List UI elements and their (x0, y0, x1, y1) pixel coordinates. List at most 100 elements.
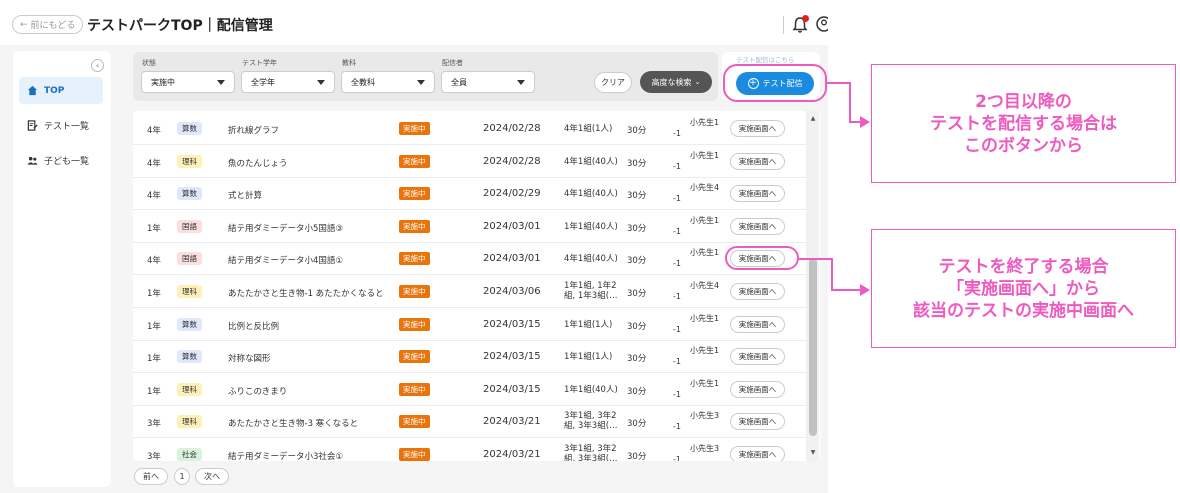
status-badge: 実施中 (399, 350, 430, 364)
connector-line (799, 258, 833, 260)
status-badge: 実施中 (399, 187, 430, 201)
view-screen-button[interactable]: 実施画面へ (730, 185, 785, 203)
class-cell: 1年1組(40人) (564, 384, 618, 395)
view-screen-button[interactable]: 実施画面へ (730, 348, 785, 366)
header-divider (783, 16, 784, 34)
back-button-label: 前にもどる (30, 21, 76, 31)
next-page-button[interactable]: 次へ (195, 468, 229, 485)
view-screen-button[interactable]: 実施画面へ (730, 380, 785, 398)
date-cell: 2024/03/21 (483, 449, 541, 460)
score-cell: -1 (673, 226, 681, 236)
class-cell: 4年1組(40人) (564, 189, 618, 200)
sidebar-item-test-list[interactable]: テスト一覧 (19, 112, 103, 139)
teacher-cell: 小先生1 (690, 150, 720, 160)
test-name-cell: 比例と反比例 (228, 321, 280, 332)
callout-line: 該当のテストの実施中画面へ (913, 300, 1134, 321)
grade-cell: 1年 (147, 354, 161, 365)
duration-cell: 30分 (627, 256, 647, 267)
view-screen-button[interactable]: 実施画面へ (730, 446, 785, 461)
class-cell: 1年1組(40人) (564, 221, 618, 232)
status-filter-label: 状態 (142, 59, 156, 67)
class-cell: 4年1組(1人) (564, 124, 613, 134)
date-cell: 2024/02/28 (483, 155, 541, 167)
view-screen-button[interactable]: 実施画面へ (730, 413, 785, 431)
table-row: 3年 社会 結テ用ダミーデータ小3社会① 実施中 2024/03/21 3年1組, 3年2… (133, 438, 806, 461)
chevron-down-icon: ⌄ (694, 78, 701, 86)
grade-cell: 4年 (147, 126, 161, 136)
advanced-search-button[interactable]: 高度な検索 ⌄ (640, 71, 712, 93)
view-screen-button[interactable]: 実施画面へ (730, 217, 785, 235)
sender-select-value: 全員 (451, 77, 467, 87)
arrow-left-icon: ← (20, 19, 28, 30)
status-badge: 実施中 (399, 122, 430, 135)
date-cell: 2024/02/29 (483, 188, 541, 200)
class-cell: 1年1組(1人) (564, 319, 613, 330)
callout-line: 2つ目以降の (975, 91, 1072, 112)
score-cell: -1 (673, 259, 681, 269)
duration-cell: 30分 (627, 321, 647, 332)
score-cell: -1 (673, 389, 681, 399)
score-cell: -1 (673, 357, 681, 367)
class-cell: 4年1組(40人) (564, 156, 618, 167)
document-edit-icon (27, 120, 38, 131)
scroll-up-icon[interactable]: ▲ (808, 115, 818, 122)
grade-cell: 1年 (147, 386, 161, 397)
class-cell: 3年1組, 3年2組, 3年3組(… (564, 444, 618, 461)
date-cell: 2024/03/06 (483, 286, 541, 297)
teacher-cell: 小先生3 (690, 444, 720, 453)
sidebar-item-top[interactable]: TOP (19, 77, 103, 104)
teacher-cell: 小先生1 (690, 346, 720, 356)
view-screen-button[interactable]: 実施画面へ (730, 152, 785, 170)
end-test-callout: テストを終了する場合 「実施画面へ」から 該当のテストの実施中画面へ (871, 229, 1176, 348)
user-icon[interactable] (816, 16, 828, 32)
sender-select[interactable]: 全員 (441, 71, 535, 93)
date-cell: 2024/03/15 (483, 318, 541, 330)
arrow-right-icon (860, 284, 870, 296)
subject-badge: 算数 (177, 317, 202, 331)
test-name-cell: あたたかさと生き物-1 あたたかくなると (228, 289, 384, 299)
duration-cell: 30分 (627, 126, 647, 136)
table-row: 1年 算数 対称な図形 実施中 2024/03/15 1年1組(1人) 30分 -1 小先生1 実… (133, 340, 806, 374)
view-screen-button[interactable]: 実施画面へ (730, 120, 785, 137)
page-number[interactable]: 1 (174, 468, 190, 485)
view-button-highlight (725, 246, 799, 270)
status-select-value: 実施中 (151, 77, 175, 87)
deliver-button-highlight (723, 64, 827, 102)
date-cell: 2024/03/01 (483, 220, 541, 232)
view-screen-button[interactable]: 実施画面へ (730, 315, 785, 333)
notification-dot (802, 15, 809, 22)
header: ← 前にもどる テストパークTOP｜配信管理 (0, 0, 828, 45)
date-cell: 2024/03/15 (483, 351, 541, 363)
scrollbar-thumb[interactable] (809, 258, 817, 436)
status-badge: 実施中 (399, 415, 430, 429)
subject-badge: 理科 (177, 415, 202, 429)
collapse-sidebar-button[interactable]: ‹ (91, 59, 104, 72)
grade-cell: 3年 (147, 452, 161, 461)
sidebar-item-children[interactable]: 子ども一覧 (19, 147, 103, 174)
duration-cell: 30分 (627, 354, 647, 365)
subject-badge: 国語 (177, 252, 202, 266)
status-badge: 実施中 (399, 154, 430, 168)
deliver-hint: テスト配信はこちら (736, 56, 795, 64)
callout-line: テストを終了する場合 (938, 256, 1109, 277)
back-button[interactable]: ← 前にもどる (12, 15, 84, 34)
teacher-cell: 小先生1 (690, 118, 720, 127)
test-name-cell: 式と計算 (228, 191, 263, 202)
grade-cell: 4年 (147, 191, 161, 202)
prev-page-button[interactable]: 前へ (134, 468, 168, 485)
connector-line (831, 289, 861, 291)
grade-select[interactable]: 全学年 (241, 71, 335, 93)
scroll-down-icon[interactable]: ▼ (808, 449, 818, 456)
people-icon (27, 156, 38, 165)
page-title: テストパークTOP｜配信管理 (87, 18, 273, 34)
subject-select[interactable]: 全教科 (341, 71, 435, 93)
view-screen-button[interactable]: 実施画面へ (730, 283, 785, 300)
clear-button[interactable]: クリア (594, 72, 632, 93)
subject-badge: 算数 (177, 187, 202, 201)
duration-cell: 30分 (627, 223, 647, 234)
class-cell: 3年1組, 3年2組, 3年3組(… (564, 411, 618, 432)
score-cell: -1 (673, 194, 681, 204)
subject-badge: 国語 (177, 219, 202, 233)
status-select[interactable]: 実施中 (141, 71, 235, 93)
table-row: 1年 理科 ふりこのきまり 実施中 2024/03/15 1年1組(40人) 30分 -1 小先… (133, 373, 806, 406)
